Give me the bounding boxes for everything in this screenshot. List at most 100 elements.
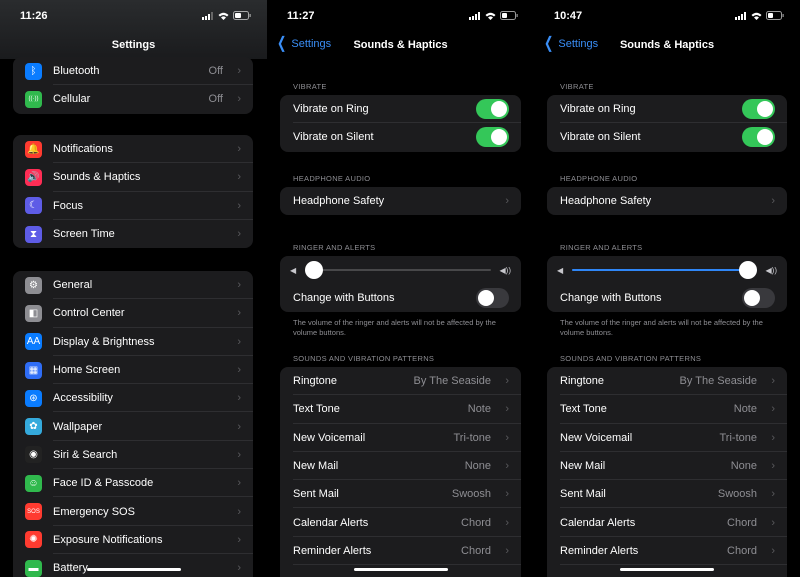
volume-high-icon: ◀)) (499, 265, 511, 275)
chevron-right-icon: › (771, 195, 775, 208)
ringer-volume-slider[interactable] (572, 261, 757, 279)
settings-row-sounds-haptics[interactable]: 🔊 Sounds & Haptics › (13, 163, 253, 192)
vibrate-group: Vibrate on Ring Vibrate on Silent (280, 95, 521, 152)
slider-thumb[interactable] (305, 261, 324, 279)
row-value: By The Seaside (679, 375, 757, 388)
settings-row-display-brightness[interactable]: AA Display & Brightness › (13, 328, 253, 356)
vibrate-on-ring: Vibrate on Ring (547, 95, 787, 124)
pattern-row-calendar-alerts[interactable]: Calendar Alerts Chord › (547, 508, 787, 537)
vibrate-on-silent-toggle[interactable] (476, 127, 509, 148)
siri-icon: ◉ (25, 446, 42, 464)
row-label: Sent Mail (293, 488, 339, 501)
row-label: Ringtone (293, 375, 338, 388)
slider-thumb[interactable] (738, 261, 757, 279)
status-icons (469, 11, 518, 20)
row-label: Vibrate on Ring (293, 103, 369, 116)
row-label: Face ID & Passcode (53, 477, 154, 490)
row-label: Sounds & Haptics (53, 171, 141, 184)
row-label: Text Tone (293, 403, 340, 416)
pattern-row-sent-mail[interactable]: Sent Mail Swoosh › (547, 480, 787, 509)
pattern-row-new-voicemail[interactable]: New Voicemail Tri-tone › (280, 424, 521, 452)
settings-row-accessibility[interactable]: ⊛ Accessibility › (13, 384, 253, 413)
row-label: Text Tone (560, 403, 607, 416)
settings-row-screen-time[interactable]: ⧗ Screen Time › (13, 220, 253, 248)
vibrate-on-silent: Vibrate on Silent (280, 123, 521, 151)
pattern-row-ringtone[interactable]: Ringtone By The Seaside › (547, 367, 787, 396)
wifi-icon (751, 12, 762, 20)
settings-row-wallpaper[interactable]: ✿ Wallpaper › (13, 412, 253, 441)
settings-row-general[interactable]: ⚙ General › (13, 271, 253, 300)
chevron-right-icon: › (505, 403, 509, 416)
section-header: HEADPHONE AUDIO (560, 174, 638, 183)
row-label: New Mail (293, 460, 339, 473)
settings-row-notifications[interactable]: 🔔 Notifications › (13, 135, 253, 164)
row-label: Vibrate on Silent (560, 131, 641, 144)
pattern-row-text-tone[interactable]: Text Tone Note › (280, 395, 521, 424)
vibrate-on-ring-toggle[interactable] (742, 99, 775, 120)
settings-row-home-screen[interactable]: ▦ Home Screen › (13, 356, 253, 385)
accessibility-icon: ⊛ (25, 389, 42, 407)
battery-icon: ▬ (25, 559, 42, 577)
home-screen-icon: ▦ (25, 361, 42, 379)
pattern-row-ringtone[interactable]: Ringtone By The Seaside › (280, 367, 521, 396)
row-label: Headphone Safety (560, 195, 652, 208)
chevron-right-icon: › (237, 335, 241, 348)
row-value: Swoosh (717, 488, 757, 501)
row-label: Headphone Safety (293, 195, 385, 208)
pattern-row-sent-mail[interactable]: Sent Mail Swoosh › (280, 480, 521, 509)
row-label: New Mail (560, 460, 606, 473)
chevron-right-icon: › (237, 364, 241, 377)
vibrate-on-ring-toggle[interactable] (476, 99, 509, 120)
pattern-row-new-mail[interactable]: New Mail None › (547, 452, 787, 481)
pattern-row-reminder-alerts[interactable]: Reminder Alerts Chord › (280, 537, 521, 566)
chevron-right-icon: › (771, 375, 775, 388)
change-with-buttons-toggle[interactable] (476, 288, 509, 309)
wifi-icon (218, 12, 229, 20)
battery-status-icon (233, 11, 251, 20)
pattern-row-reminder-alerts[interactable]: Reminder Alerts Chord › (547, 537, 787, 566)
pattern-row-new-voicemail[interactable]: New Voicemail Tri-tone › (547, 424, 787, 452)
screen-time-icon: ⧗ (25, 225, 42, 243)
chevron-right-icon: › (505, 431, 509, 444)
vibrate-on-silent-toggle[interactable] (742, 127, 775, 148)
settings-row-face-id-passcode[interactable]: ☺ Face ID & Passcode › (13, 469, 253, 498)
pattern-row-text-tone[interactable]: Text Tone Note › (547, 395, 787, 424)
bluetooth-icon: ᛒ (25, 62, 42, 80)
row-value: Off (208, 65, 223, 78)
notifications-icon: 🔔 (25, 140, 42, 158)
settings-row-cellular[interactable]: ((·)) Cellular Off › (13, 85, 253, 113)
settings-row-siri-search[interactable]: ◉ Siri & Search › (13, 441, 253, 470)
section-header: VIBRATE (560, 82, 594, 91)
row-label: Reminder Alerts (293, 544, 372, 557)
headphone-safety-row[interactable]: Headphone Safety › (280, 187, 521, 215)
home-indicator (87, 568, 181, 571)
chevron-right-icon: › (771, 488, 775, 501)
chevron-right-icon: › (237, 307, 241, 320)
chevron-right-icon: › (237, 228, 241, 241)
ringer-volume-slider[interactable] (305, 261, 491, 279)
headphone-safety-row[interactable]: Headphone Safety › (547, 187, 787, 215)
settings-row-battery[interactable]: ▬ Battery › (13, 554, 253, 577)
row-label: Sent Mail (560, 488, 606, 501)
settings-row-exposure-notifications[interactable]: ✺ Exposure Notifications › (13, 526, 253, 554)
vibrate-group: Vibrate on Ring Vibrate on Silent (547, 95, 787, 152)
row-label: Siri & Search (53, 448, 118, 461)
settings-row-bluetooth[interactable]: ᛒ Bluetooth Off › (13, 57, 253, 86)
row-value: Chord (461, 516, 491, 529)
row-value: Note (467, 403, 491, 416)
settings-row-control-center[interactable]: ◧ Control Center › (13, 299, 253, 328)
change-with-buttons-toggle[interactable] (742, 288, 775, 309)
row-label: Exposure Notifications (53, 533, 163, 546)
pattern-row-new-mail[interactable]: New Mail None › (280, 452, 521, 481)
row-label: General (53, 279, 93, 292)
pattern-row-calendar-alerts[interactable]: Calendar Alerts Chord › (280, 508, 521, 537)
settings-row-focus[interactable]: ☾ Focus › (13, 192, 253, 220)
home-indicator (620, 568, 714, 571)
row-label: Change with Buttons (293, 292, 395, 305)
patterns-group: Ringtone By The Seaside › Text Tone Note › New… (547, 367, 787, 577)
battery-status-icon (766, 11, 784, 20)
settings-screen: 11:26 Settings ᛒ Bluetooth Off › ((·)) Cellul… (0, 0, 267, 577)
row-label: New Voicemail (560, 431, 633, 444)
settings-row-emergency-sos[interactable]: SOS Emergency SOS › (13, 497, 253, 526)
chevron-right-icon: › (771, 431, 775, 444)
